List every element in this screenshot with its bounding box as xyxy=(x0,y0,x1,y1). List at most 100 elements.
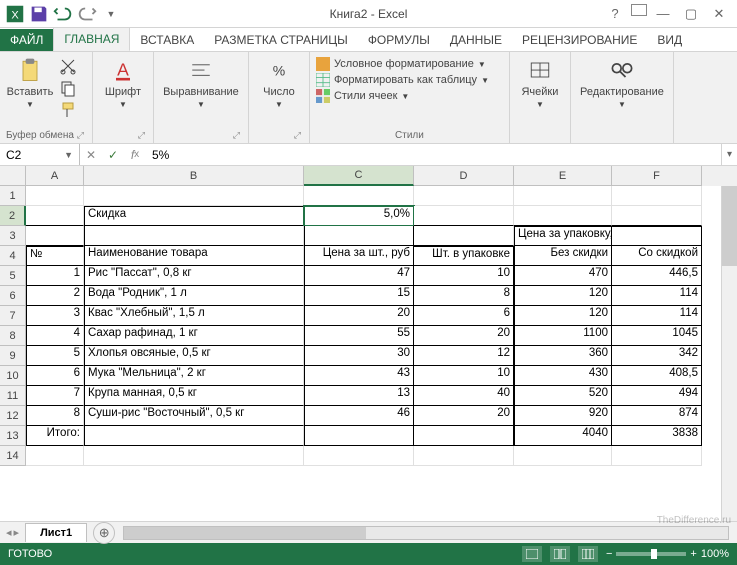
horizontal-scrollbar[interactable] xyxy=(123,526,729,540)
cell[interactable]: Хлопья овсяные, 0,5 кг xyxy=(84,346,304,366)
fx-icon[interactable]: fx xyxy=(124,148,146,162)
cell[interactable]: № xyxy=(26,246,84,266)
copy-icon[interactable] xyxy=(58,78,78,98)
row-header[interactable]: 14 xyxy=(0,446,26,466)
tab-data[interactable]: ДАННЫЕ xyxy=(440,29,512,51)
cell[interactable] xyxy=(304,446,414,466)
cell[interactable]: 4040 xyxy=(514,426,612,446)
help-icon[interactable]: ? xyxy=(603,4,627,24)
cell[interactable] xyxy=(514,206,612,226)
cell[interactable]: Суши-рис "Восточный", 0,5 кг xyxy=(84,406,304,426)
row-header[interactable]: 10 xyxy=(0,366,26,386)
cell[interactable]: 8 xyxy=(26,406,84,426)
cell[interactable] xyxy=(304,186,414,206)
format-as-table-button[interactable]: Форматировать как таблицу ▼ xyxy=(316,72,503,88)
cell[interactable]: Вода "Родник", 1 л xyxy=(84,286,304,306)
row-header[interactable]: 12 xyxy=(0,406,26,426)
conditional-formatting-button[interactable]: Условное форматирование ▼ xyxy=(316,56,503,72)
row-header[interactable]: 3 xyxy=(0,226,26,246)
tab-insert[interactable]: ВСТАВКА xyxy=(130,29,204,51)
cell[interactable]: 7 xyxy=(26,386,84,406)
undo-icon[interactable] xyxy=(52,3,74,25)
cell[interactable]: Цена за шт., руб xyxy=(304,246,414,266)
cell[interactable] xyxy=(514,186,612,206)
cell[interactable]: 15 xyxy=(304,286,414,306)
cell[interactable]: Шт. в упаковке xyxy=(414,246,514,266)
editing-button[interactable]: Редактирование▼ xyxy=(577,56,667,109)
cell[interactable]: 3838 xyxy=(612,426,702,446)
cell[interactable]: 470 xyxy=(514,266,612,286)
tab-review[interactable]: РЕЦЕНЗИРОВАНИЕ xyxy=(512,29,647,51)
row-header[interactable]: 8 xyxy=(0,326,26,346)
vertical-scrollbar[interactable] xyxy=(721,186,737,521)
cell[interactable]: 5 xyxy=(26,346,84,366)
cell[interactable]: Без скидки xyxy=(514,246,612,266)
cell[interactable] xyxy=(414,186,514,206)
cell[interactable]: Итого: xyxy=(26,426,84,446)
cell[interactable]: 47 xyxy=(304,266,414,286)
cell[interactable] xyxy=(84,226,304,246)
clipboard-launcher-icon[interactable]: ⤢ xyxy=(77,130,86,140)
alignment-button[interactable]: Выравнивание▼ xyxy=(160,56,242,109)
cell[interactable]: 520 xyxy=(514,386,612,406)
cell[interactable] xyxy=(414,226,514,246)
sheet-nav-prev-icon[interactable]: ◂ xyxy=(6,526,12,539)
cell[interactable]: 1 xyxy=(26,266,84,286)
cell[interactable]: 10 xyxy=(414,366,514,386)
cut-icon[interactable] xyxy=(58,56,78,76)
spreadsheet-grid[interactable]: A B C D E F 12Скидка5,0%3Цена за упаковк… xyxy=(0,166,737,521)
col-header-e[interactable]: E xyxy=(514,166,612,186)
cell[interactable]: 120 xyxy=(514,286,612,306)
cancel-formula-icon[interactable]: ✕ xyxy=(80,148,102,162)
cell-styles-button[interactable]: Стили ячеек ▼ xyxy=(316,88,503,104)
cell[interactable]: 55 xyxy=(304,326,414,346)
cell[interactable]: 6 xyxy=(26,366,84,386)
number-button[interactable]: % Число▼ xyxy=(255,56,303,109)
cell[interactable] xyxy=(612,186,702,206)
sheet-tab[interactable]: Лист1 xyxy=(25,523,87,542)
cell[interactable]: Крупа манная, 0,5 кг xyxy=(84,386,304,406)
col-header-f[interactable]: F xyxy=(612,166,702,186)
cell[interactable]: 20 xyxy=(304,306,414,326)
view-page-layout-icon[interactable] xyxy=(550,546,570,562)
cell[interactable]: 3 xyxy=(26,306,84,326)
row-header[interactable]: 1 xyxy=(0,186,26,206)
cell[interactable]: 2 xyxy=(26,286,84,306)
minimize-icon[interactable]: — xyxy=(651,4,675,24)
col-header-c[interactable]: C xyxy=(304,166,414,186)
alignment-launcher-icon[interactable]: ⤢ xyxy=(160,128,242,141)
font-launcher-icon[interactable]: ⤢ xyxy=(99,128,147,141)
cell[interactable] xyxy=(612,446,702,466)
cell[interactable] xyxy=(612,226,702,246)
cell[interactable]: Сахар рафинад, 1 кг xyxy=(84,326,304,346)
row-header[interactable]: 2 xyxy=(0,206,26,226)
cell[interactable] xyxy=(514,446,612,466)
cell[interactable]: 114 xyxy=(612,306,702,326)
row-header[interactable]: 11 xyxy=(0,386,26,406)
cell[interactable]: 342 xyxy=(612,346,702,366)
cell[interactable]: 114 xyxy=(612,286,702,306)
row-header[interactable]: 13 xyxy=(0,426,26,446)
cell[interactable]: 446,5 xyxy=(612,266,702,286)
cell[interactable]: Цена за упаковку, руб xyxy=(514,226,612,246)
cell[interactable]: 20 xyxy=(414,406,514,426)
row-header[interactable]: 7 xyxy=(0,306,26,326)
cell[interactable]: Рис "Пассат", 0,8 кг xyxy=(84,266,304,286)
tab-formulas[interactable]: ФОРМУЛЫ xyxy=(358,29,440,51)
tab-view[interactable]: ВИД xyxy=(647,29,692,51)
enter-formula-icon[interactable]: ✓ xyxy=(102,148,124,162)
row-header[interactable]: 4 xyxy=(0,246,26,266)
view-normal-icon[interactable] xyxy=(522,546,542,562)
name-box[interactable]: C2▼ xyxy=(0,144,80,165)
cell[interactable]: 12 xyxy=(414,346,514,366)
col-header-d[interactable]: D xyxy=(414,166,514,186)
sheet-nav-next-icon[interactable]: ▸ xyxy=(14,526,20,539)
add-sheet-button[interactable]: ⊕ xyxy=(93,522,115,544)
cell[interactable] xyxy=(612,206,702,226)
cell[interactable] xyxy=(84,186,304,206)
row-header[interactable]: 6 xyxy=(0,286,26,306)
number-launcher-icon[interactable]: ⤢ xyxy=(255,128,303,141)
save-icon[interactable] xyxy=(28,3,50,25)
cell[interactable]: 20 xyxy=(414,326,514,346)
maximize-icon[interactable]: ▢ xyxy=(679,4,703,24)
